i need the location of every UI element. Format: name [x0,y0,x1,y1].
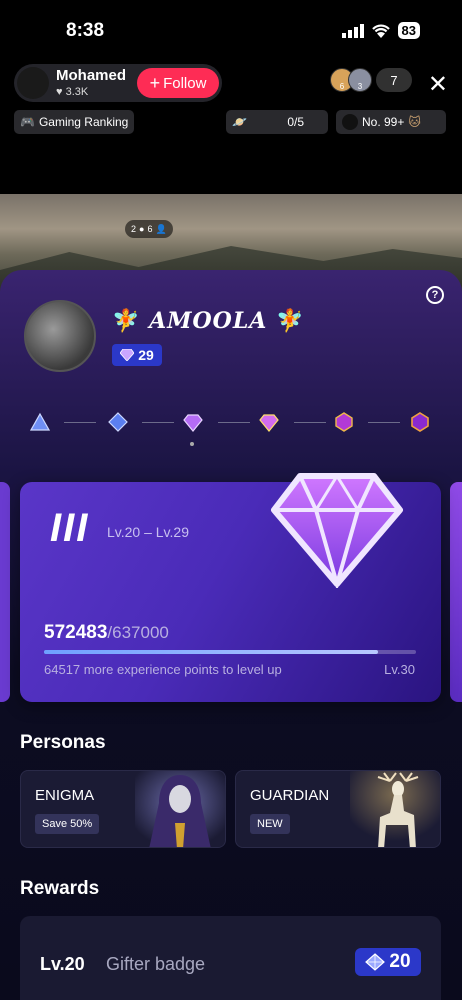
quest-chip[interactable]: 🪐 0/5 [226,110,328,134]
wifi-icon [371,24,390,38]
host-likes-count: 3.3K [65,86,89,98]
fairy-icon: 🧚 [112,308,141,334]
viewer-avatar[interactable]: 3 [348,68,372,92]
tier-diamond-icon[interactable] [183,412,203,432]
reward-level: Lv.20 [40,954,85,974]
persona-name: GUARDIAN [250,787,330,804]
heart-icon: ♥ [56,86,63,98]
host-name: Mohamed [56,67,127,84]
status-time: 8:38 [66,20,105,41]
track-line [218,422,250,423]
tier-rhombus-icon[interactable] [108,412,128,432]
tier-triangle-icon[interactable] [30,412,50,432]
rank-avatar [342,114,358,130]
gamepad-icon: 🎮 [20,115,35,129]
track-line [294,422,326,423]
user-name: 🧚 AMOOLA 🧚 [112,308,304,334]
top-viewers[interactable]: 6 3 7 [330,68,412,92]
deer-image [350,771,440,847]
cat-icon: 🐱 [408,115,421,129]
signal-icon [341,23,364,38]
diamond-icon [120,349,135,361]
persona-name: ENIGMA [35,787,95,804]
user-name-text: AMOOLA [149,308,268,334]
fairy-icon: 🧚 [276,308,305,334]
next-tier-card[interactable] [450,482,462,702]
status-bar: 8:38 83 [0,0,462,60]
personas-title: Personas [20,732,106,753]
reward-row[interactable]: Lv.20 Gifter badge 20 [20,916,441,1000]
gifter-level-value: 29 [138,347,154,363]
persona-tag: Save 50% [35,814,100,834]
stream-stats: 2 ● 6 👤 [125,220,173,238]
gifter-level-panel: ? 🧚 AMOOLA 🧚 29 III Lv.20 – Lv.29 572483… [0,270,462,1000]
xp-current: 572483 [44,622,108,643]
viewer-count[interactable]: 7 [376,68,412,92]
xp-value: 572483/637000 [44,622,169,644]
previous-tier-card[interactable] [0,482,10,702]
track-line [368,422,400,423]
host-likes: ♥ 3.3K [56,86,88,98]
track-current-dot [190,442,194,446]
level-range: Lv.20 – Lv.29 [107,524,189,540]
tier-numeral: III [50,506,90,550]
persona-card-guardian[interactable]: GUARDIAN NEW [235,770,441,848]
diamond-gem-icon [271,473,403,588]
persona-tag: NEW [250,814,290,834]
viewer-level: 3 [357,82,363,91]
host-avatar[interactable] [17,67,49,99]
viewer-level: 6 [339,82,345,91]
rank-label: No. 99+ [362,115,405,129]
chat-icon: ● [139,224,145,234]
xp-progress-fill [44,650,379,654]
tier-gem-icon[interactable] [259,412,279,432]
xp-hint: 64517 more experience points to level up [44,662,282,677]
rank-chip[interactable]: No. 99+ 🐱 [336,110,446,134]
reward-name: Gifter badge [106,954,206,974]
track-line [64,422,96,423]
reward-badge-value: 20 [389,951,411,972]
stat-a: 2 [131,224,137,234]
reward-badge: 20 [355,948,421,976]
level-track [30,410,434,440]
diamond-icon [365,953,386,971]
gaming-ranking-chip[interactable]: 🎮 Gaming Ranking [14,110,135,134]
follow-button[interactable]: + Follow [137,68,219,98]
user-avatar [24,300,96,372]
help-icon[interactable]: ? [426,286,444,304]
status-icons: 83 [341,22,420,39]
tier-crystal-icon[interactable] [334,412,354,432]
gifter-level-badge: 29 [112,344,162,366]
close-icon[interactable]: ✕ [428,70,448,99]
host-info[interactable]: Mohamed ♥ 3.3K + Follow [14,64,222,102]
next-level: Lv.30 [384,662,415,677]
planet-icon: 🪐 [232,115,247,129]
follow-label: Follow [163,74,207,92]
person-icon: 👤 [155,223,167,234]
level-card[interactable]: III Lv.20 – Lv.29 572483/637000 64517 mo… [20,473,441,702]
xp-progress-bar [44,650,416,654]
tier-ornate-icon[interactable] [410,412,430,432]
plus-icon: + [149,73,161,93]
xp-total: /637000 [107,623,169,642]
battery-indicator: 83 [397,22,420,39]
gaming-ranking-label: Gaming Ranking [38,115,129,129]
persona-card-enigma[interactable]: ENIGMA Save 50% [20,770,226,848]
stat-b: 6 [147,224,153,234]
rewards-title: Rewards [20,878,100,899]
quest-progress: 0/5 [287,115,304,129]
hooded-figure-image [135,771,225,847]
track-line [142,422,174,423]
